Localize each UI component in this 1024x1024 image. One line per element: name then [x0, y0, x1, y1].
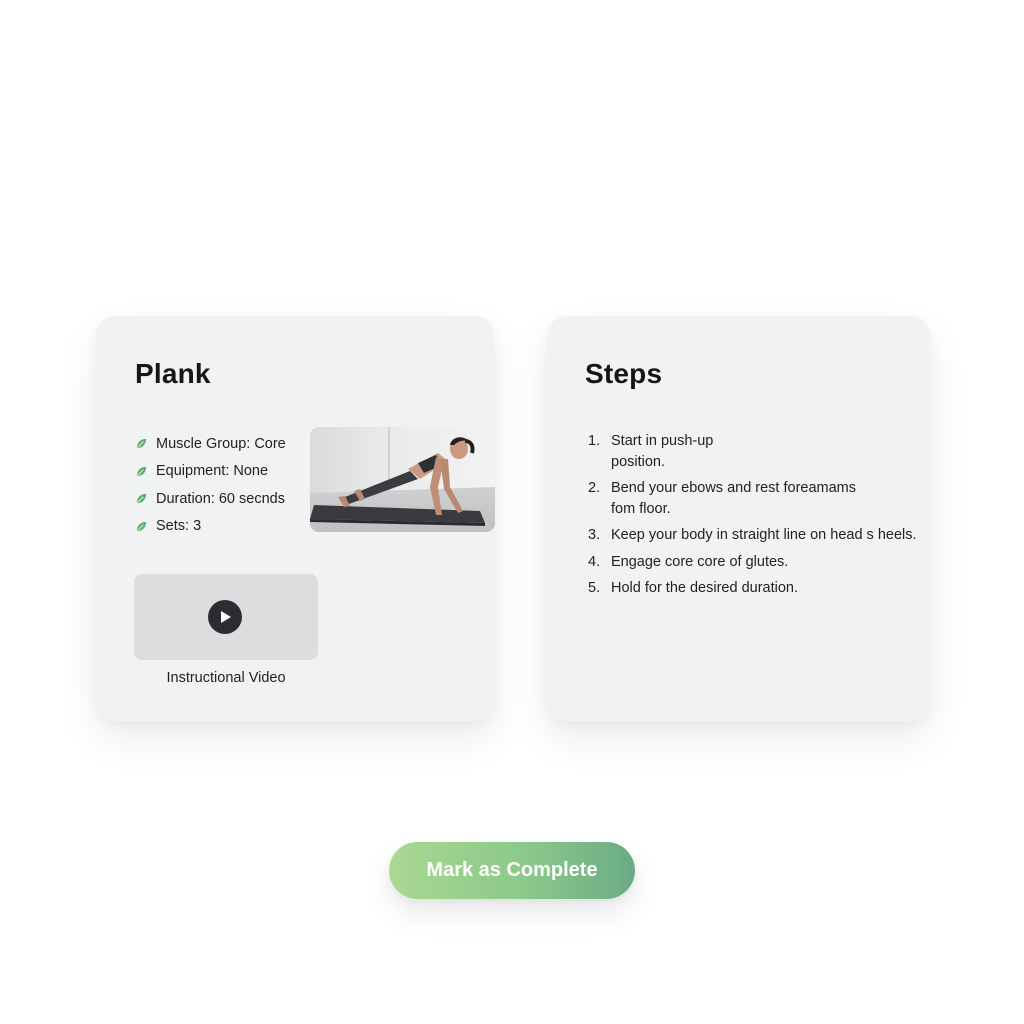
detail-equipment: Equipment: None	[135, 458, 286, 486]
leaf-icon	[136, 466, 147, 476]
step-number: 1.	[588, 433, 601, 449]
step-text: Start in push-up position.	[611, 433, 714, 470]
play-icon	[221, 611, 231, 623]
exercise-card: Plank Muscle Group: Core Equipment: None…	[96, 316, 495, 721]
play-button[interactable]	[208, 600, 242, 634]
steps-card: Steps 1. Start in push-up position. 2. B…	[547, 316, 930, 721]
step-text: Hold for the desired duration.	[611, 580, 798, 596]
step-number: 4.	[588, 553, 601, 570]
step-text: Bend your ebows and rest foreamams fom f…	[611, 480, 857, 517]
video-label: Instructional Video	[166, 670, 286, 686]
step-text: Keep your body in straight line on head …	[611, 527, 917, 543]
step-item: 4. Engage core core of glutes.	[588, 552, 924, 573]
detail-text: Equipment: None	[156, 463, 269, 480]
leaf-icon	[136, 439, 147, 449]
step-item: 5. Hold for the desired duration.	[588, 578, 924, 599]
detail-text: Sets: 3	[156, 518, 202, 535]
step-number: 3.	[588, 527, 601, 543]
exercise-details: Muscle Group: Core Equipment: None Durat…	[135, 430, 286, 540]
step-item: 2. Bend your ebows and rest foreamams fo…	[588, 478, 924, 519]
plank-illustration	[310, 427, 495, 532]
leaf-icon	[136, 494, 147, 504]
step-number: 5.	[588, 580, 601, 596]
plank-photo	[310, 427, 495, 532]
mark-complete-button[interactable]: Mark as Complete	[389, 842, 635, 899]
steps-list: 1. Start in push-up position. 2. Bend yo…	[588, 431, 924, 605]
detail-sets: Sets: 3	[135, 513, 286, 541]
step-text: Engage core core of glutes.	[611, 553, 789, 570]
detail-text: Muscle Group: Core	[156, 435, 286, 452]
step-number: 2.	[588, 480, 601, 496]
detail-text: Duration: 60 secnds	[156, 490, 285, 507]
leaf-icon	[136, 521, 147, 531]
step-item: 3. Keep your body in straight line on he…	[588, 525, 924, 546]
step-item: 1. Start in push-up position.	[588, 431, 924, 472]
steps-title: Steps	[585, 358, 663, 389]
detail-muscle-group: Muscle Group: Core	[135, 430, 286, 458]
video-thumbnail[interactable]	[134, 574, 318, 660]
detail-duration: Duration: 60 secnds	[135, 485, 286, 513]
exercise-title: Plank	[135, 358, 211, 389]
